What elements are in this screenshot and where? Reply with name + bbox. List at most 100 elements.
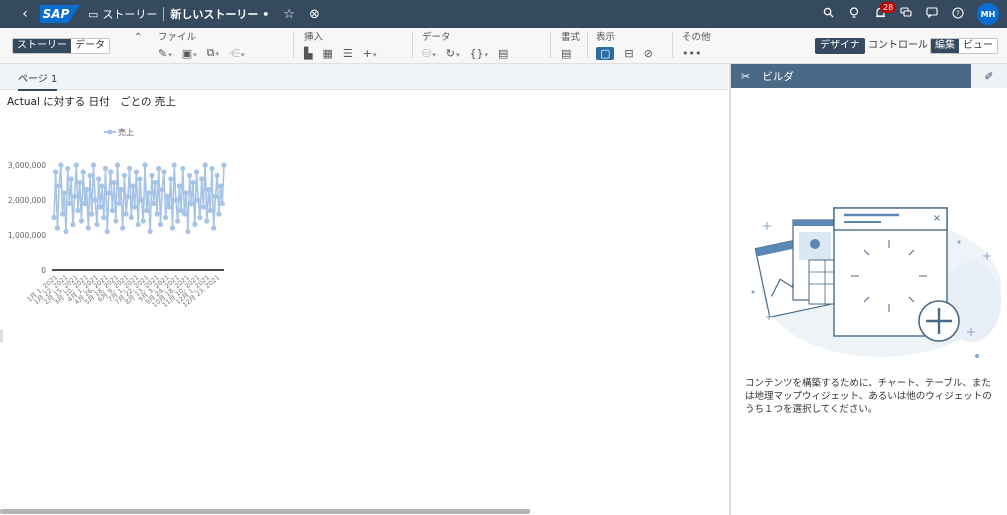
data-point — [175, 218, 181, 224]
data-point — [132, 204, 138, 210]
story-canvas: ページ 1 Actual に対する 日付 ごとの 売上 売上 3,000,000 2… — [0, 64, 728, 515]
discussion-icon[interactable] — [893, 7, 919, 21]
builder-header: ✂ ビルダ ✐ — [731, 64, 1007, 88]
format-icon[interactable]: ▤ — [561, 47, 571, 60]
notification-bell-icon[interactable]: 28 — [867, 1, 897, 22]
data-view-icon[interactable]: ▤ — [498, 47, 508, 60]
data-point — [195, 197, 201, 203]
y-tick-label: 0 — [41, 266, 46, 275]
data-point — [202, 162, 208, 168]
insert-filter-icon[interactable]: ☰ — [343, 47, 353, 60]
data-point — [137, 176, 143, 182]
file-group-label: ファイル — [158, 32, 197, 43]
comment-toggle-icon[interactable]: ▢ — [596, 46, 615, 60]
data-point — [212, 193, 219, 200]
data-point — [121, 172, 128, 179]
view-mode-button[interactable]: ビュー — [959, 39, 997, 53]
y-tick-label: 1,000,000 — [8, 231, 46, 240]
data-point — [108, 169, 114, 175]
data-point — [96, 176, 102, 182]
data-point — [94, 221, 100, 228]
lightbulb-icon[interactable] — [841, 6, 867, 22]
styling-brush-icon[interactable]: ✐ — [971, 64, 1007, 88]
collapse-toolbar-icon[interactable]: ⌃ — [134, 32, 142, 43]
sap-logo: SAP — [40, 5, 80, 23]
data-point — [102, 165, 109, 172]
data-point — [65, 165, 71, 172]
share-icon[interactable]: ⋲▾ — [229, 47, 245, 60]
data-point — [180, 165, 186, 172]
shell-actions: 28 ? MH — [815, 0, 999, 28]
formula-icon[interactable]: {}▾ — [469, 47, 488, 60]
data-point — [192, 221, 198, 228]
favorite-star-icon[interactable]: ☆ — [283, 7, 295, 22]
data-point — [72, 193, 78, 200]
data-point — [126, 165, 133, 172]
view-group: 表示 ▢ ⊟ ⊘ — [596, 32, 663, 61]
mode-story-button[interactable]: ストーリー — [13, 39, 71, 53]
data-point — [199, 176, 205, 182]
close-circle-icon[interactable]: ⊗ — [309, 7, 320, 22]
data-point — [156, 165, 162, 172]
data-point — [163, 214, 169, 221]
data-point — [128, 214, 134, 221]
data-point — [104, 228, 110, 235]
edit-mode-button[interactable]: 編集 — [931, 39, 959, 53]
control-button[interactable]: コントロール — [868, 38, 928, 54]
data-point — [200, 204, 206, 210]
data-source-icon[interactable]: ⛁▾ — [422, 47, 436, 60]
data-point — [166, 204, 172, 210]
data-point — [214, 172, 220, 179]
data-point — [97, 204, 103, 210]
page-tab-1[interactable]: ページ 1 — [18, 70, 58, 91]
back-icon[interactable]: ‹ — [14, 6, 36, 22]
data-point — [190, 179, 196, 186]
data-point — [111, 179, 117, 186]
data-point — [211, 225, 217, 231]
mode-data-button[interactable]: データ — [71, 39, 109, 53]
data-point — [130, 183, 136, 189]
story-title: 新しいストーリー • — [170, 8, 270, 21]
copy-icon[interactable]: ⧉▾ — [207, 46, 219, 60]
data-point — [159, 186, 165, 193]
refresh-icon[interactable]: ↻▾ — [446, 47, 460, 60]
search-icon[interactable] — [815, 7, 841, 21]
preview-icon[interactable]: ⊘ — [644, 47, 653, 60]
data-point — [207, 207, 213, 214]
horizontal-scrollbar[interactable] — [0, 509, 530, 514]
data-point — [197, 214, 203, 221]
breadcrumb-story[interactable]: ストーリー — [102, 6, 157, 22]
data-point — [82, 200, 88, 207]
insert-chart-icon[interactable]: ▙ — [304, 47, 312, 60]
panel-toggle-icon[interactable]: ⊟ — [624, 47, 633, 60]
data-point — [101, 214, 107, 221]
data-point — [80, 169, 86, 175]
data-point — [140, 218, 146, 224]
data-point — [161, 169, 167, 175]
page-tab-bar: ページ 1 — [0, 64, 728, 91]
data-point — [216, 211, 222, 217]
breadcrumb: ▭ ストーリー 新しいストーリー • — [88, 6, 269, 22]
data-point — [63, 228, 69, 235]
help-icon[interactable]: ? — [945, 6, 971, 22]
more-options-icon[interactable]: ••• — [682, 47, 701, 60]
insert-add-icon[interactable]: +▾ — [363, 47, 377, 60]
insert-group: 挿入 ▙ ▦ ☰ +▾ — [304, 32, 386, 61]
insert-table-icon[interactable]: ▦ — [322, 47, 332, 60]
data-point — [75, 207, 81, 214]
toolbar-separator — [550, 32, 551, 58]
data-point — [66, 200, 73, 207]
toolbar-separator — [412, 32, 413, 58]
data-point — [114, 162, 121, 168]
save-icon[interactable]: ▣▾ — [182, 47, 197, 60]
edit-pen-icon[interactable]: ✎▾ — [158, 47, 172, 60]
designer-button[interactable]: デザイナ — [815, 38, 865, 54]
feedback-icon[interactable] — [919, 7, 945, 21]
data-point — [204, 218, 210, 224]
data-point — [70, 221, 76, 228]
user-avatar[interactable]: MH — [977, 3, 999, 25]
data-point — [135, 221, 141, 228]
data-point — [56, 183, 62, 189]
data-point — [123, 211, 129, 217]
line-chart[interactable]: 売上3,000,0002,000,0001,000,00001月 1, 2021… — [0, 122, 240, 312]
